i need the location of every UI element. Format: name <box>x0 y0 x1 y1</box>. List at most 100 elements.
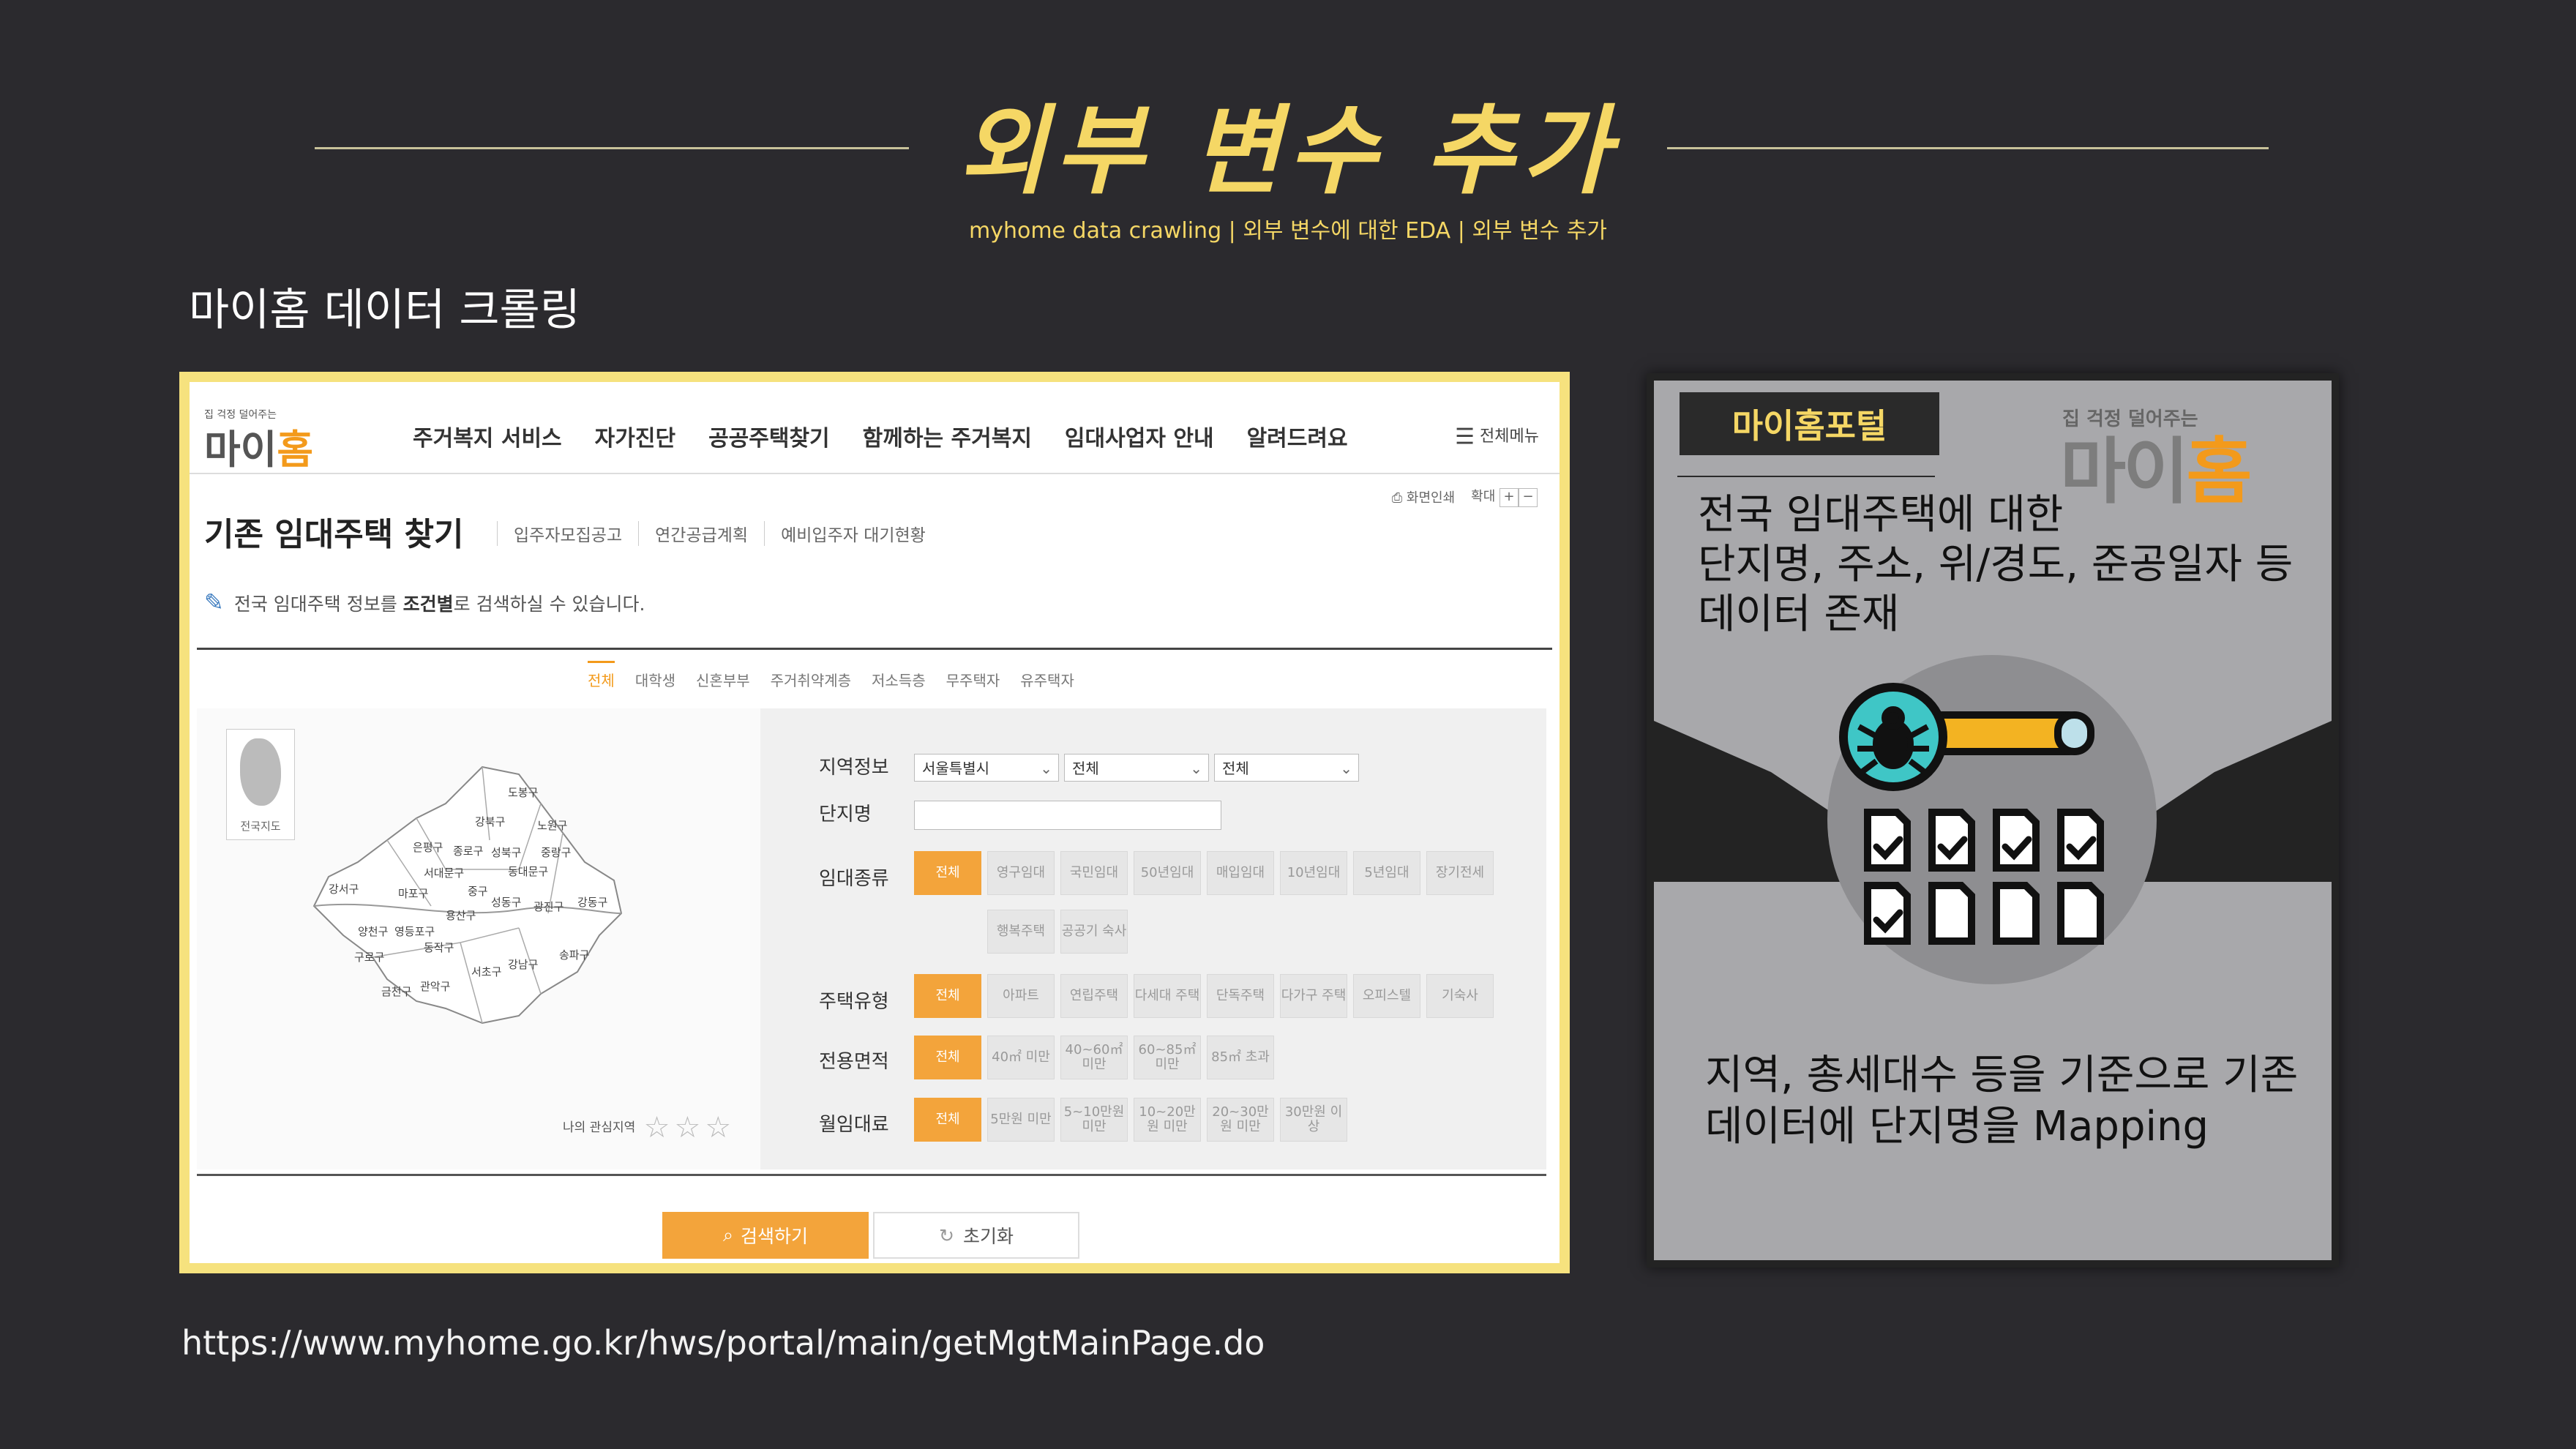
rent-type-chip[interactable]: 5년임대 <box>1353 851 1420 895</box>
area-chip[interactable]: 85㎡ 초과 <box>1207 1036 1274 1079</box>
site-logo[interactable]: 마이홈 <box>204 417 313 475</box>
house-type-chip[interactable]: 단독주택 <box>1207 974 1274 1018</box>
cat-tab-owner[interactable]: 유주택자 <box>1020 669 1074 690</box>
star-icon[interactable]: ☆ <box>705 1111 731 1145</box>
card-text-line: 지역, 총세대수 등을 기준으로 기존 <box>1705 1052 2299 1099</box>
area-chip[interactable]: 60~85㎡ 미만 <box>1134 1036 1201 1079</box>
search-notice: ✎ 전국 임대주택 정보를 조건별로 검색하실 수 있습니다. <box>204 588 645 616</box>
house-type-chip[interactable]: 다세대 주택 <box>1134 974 1201 1018</box>
nav-item-landlord[interactable]: 임대사업자 안내 <box>1065 420 1214 452</box>
nav-item-self-check[interactable]: 자가진단 <box>595 420 675 452</box>
rent-type-chip[interactable]: 행복주택 <box>987 910 1055 954</box>
header-divider <box>190 473 1560 474</box>
star-icon[interactable]: ☆ <box>644 1111 670 1145</box>
province-value: 서울특별시 <box>922 760 989 777</box>
website-page: 집 걱정 덜어주는 마이홈 주거복지 서비스 자가진단 공공주택찾기 함께하는 … <box>190 382 1560 1263</box>
page-title: 기존 임대주택 찾기 <box>204 516 464 553</box>
reset-button[interactable]: ↻ 초기화 <box>873 1212 1079 1259</box>
district-gangnam: 강남구 <box>508 958 538 971</box>
district-seocho: 서초구 <box>471 965 501 978</box>
korea-map-icon <box>240 738 281 806</box>
print-button[interactable]: ⎙ 화면인쇄 <box>1392 487 1455 506</box>
subtab-waiting-status[interactable]: 예비입주자 대기현황 <box>764 521 942 546</box>
rent-type-chip[interactable]: 매입임대 <box>1207 851 1274 895</box>
complex-name-input[interactable] <box>914 801 1221 830</box>
house-type-chip[interactable]: 아파트 <box>987 974 1055 1018</box>
nav-item-together[interactable]: 함께하는 주거복지 <box>863 420 1032 452</box>
rent-chip[interactable]: 30만원 이상 <box>1280 1098 1347 1142</box>
district-dongjak: 동작구 <box>424 941 454 954</box>
cat-tab-newlywed[interactable]: 신혼부부 <box>696 669 750 690</box>
rent-type-chip[interactable]: 장기전세 <box>1426 851 1494 895</box>
subtab-supply-plan[interactable]: 연간공급계획 <box>638 521 764 546</box>
house-type-chip[interactable]: 다가구 주택 <box>1280 974 1347 1018</box>
house-type-label: 주택유형 <box>819 991 889 1013</box>
district-select[interactable]: 전체 ⌄ <box>1064 754 1209 782</box>
seoul-district-map[interactable]: 도봉구 강북구 노원구 은평구 종로구 성북구 중랑구 서대문구 동대문구 강서… <box>299 752 680 1045</box>
printer-icon: ⎙ <box>1391 490 1403 506</box>
rent-chip[interactable]: 전체 <box>914 1098 981 1142</box>
house-type-chip[interactable]: 전체 <box>914 974 981 1018</box>
house-type-chip[interactable]: 연립주택 <box>1060 974 1128 1018</box>
area-chip[interactable]: 40~60㎡ 미만 <box>1060 1036 1128 1079</box>
nav-item-welfare[interactable]: 주거복지 서비스 <box>413 420 562 452</box>
notice-text-pre: 전국 임대주택 정보를 <box>233 594 403 615</box>
district-dobong: 도봉구 <box>508 786 538 799</box>
rent-type-chip[interactable]: 전체 <box>914 851 981 895</box>
card-text-line: 단지명, 주소, 위/경도, 준공일자 등 <box>1698 541 2294 588</box>
rent-chip[interactable]: 10~20만원 미만 <box>1134 1098 1201 1142</box>
area-chip[interactable]: 40㎡ 미만 <box>987 1036 1055 1079</box>
zoom-label: 확대 <box>1471 489 1496 504</box>
district-mapo: 마포구 <box>398 887 428 900</box>
area-label: 전용면적 <box>819 1051 889 1073</box>
source-url[interactable]: https://www.myhome.go.kr/hws/portal/main… <box>181 1323 1265 1363</box>
crawler-illustration <box>1827 655 2157 984</box>
district-songpa: 송파구 <box>559 948 589 962</box>
section-divider <box>197 648 1552 650</box>
rent-type-chip[interactable]: 공공기 숙사 <box>1060 910 1128 954</box>
star-icon[interactable]: ☆ <box>675 1111 701 1145</box>
rent-chip[interactable]: 20~30만원 미만 <box>1207 1098 1274 1142</box>
all-menu-button[interactable]: ☰ 전체메뉴 <box>1455 423 1539 450</box>
district-dongdaemun: 동대문구 <box>508 865 548 878</box>
district-seongbuk: 성북구 <box>491 846 521 859</box>
national-map-button[interactable]: 전국지도 <box>226 729 295 840</box>
favorite-area: 나의 관심지역 ☆ ☆ ☆ <box>563 1111 731 1145</box>
rent-chip[interactable]: 5~10만원 미만 <box>1060 1098 1128 1142</box>
district-value: 전체 <box>1072 760 1099 777</box>
zoom-control: 확대 + − <box>1471 486 1538 507</box>
house-type-chip[interactable]: 기숙사 <box>1426 974 1494 1018</box>
rent-type-chip[interactable]: 국민임대 <box>1060 851 1128 895</box>
cat-tab-low-income[interactable]: 저소득층 <box>872 669 926 690</box>
district-seodaemun: 서대문구 <box>424 866 464 880</box>
cat-tab-non-owner[interactable]: 무주택자 <box>946 669 1000 690</box>
district-seongdong: 성동구 <box>491 896 521 909</box>
district-gwangjin: 광진구 <box>533 900 564 913</box>
search-button[interactable]: ⌕ 검색하기 <box>662 1212 869 1259</box>
rent-type-chip[interactable]: 50년임대 <box>1134 851 1201 895</box>
subtab-recruitment[interactable]: 입주자모집공고 <box>497 521 638 546</box>
rent-type-chip[interactable]: 10년임대 <box>1280 851 1347 895</box>
zoom-in-button[interactable]: + <box>1499 488 1519 507</box>
rent-type-chip[interactable]: 영구임대 <box>987 851 1055 895</box>
dong-value: 전체 <box>1222 760 1249 777</box>
card-text-line: 전국 임대주택에 대한 <box>1698 491 2064 539</box>
favorite-label: 나의 관심지역 <box>563 1120 636 1135</box>
category-tabs: 전체 대학생 신혼부부 주거취약계층 저소득층 무주택자 유주택자 <box>588 661 1074 690</box>
province-select[interactable]: 서울특별시 ⌄ <box>914 754 1059 782</box>
utility-bar: ⎙ 화면인쇄 확대 + − <box>1392 486 1538 507</box>
rent-type-label: 임대종류 <box>819 868 889 890</box>
rent-chip[interactable]: 5만원 미만 <box>987 1098 1055 1142</box>
area-chip[interactable]: 전체 <box>914 1036 981 1079</box>
chevron-down-icon: ⌄ <box>1340 760 1352 777</box>
nav-item-notice[interactable]: 알려드려요 <box>1247 420 1348 452</box>
zoom-out-button[interactable]: − <box>1519 488 1538 507</box>
print-label: 화면인쇄 <box>1406 490 1456 506</box>
house-type-chip[interactable]: 오피스텔 <box>1353 974 1420 1018</box>
dong-select[interactable]: 전체 ⌄ <box>1214 754 1359 782</box>
cat-tab-all[interactable]: 전체 <box>588 661 615 690</box>
district-yeongdeungpo: 영등포구 <box>394 925 435 938</box>
cat-tab-vulnerable[interactable]: 주거취약계층 <box>771 669 851 690</box>
cat-tab-student[interactable]: 대학생 <box>635 669 675 690</box>
nav-item-public-housing[interactable]: 공공주택찾기 <box>708 420 830 452</box>
